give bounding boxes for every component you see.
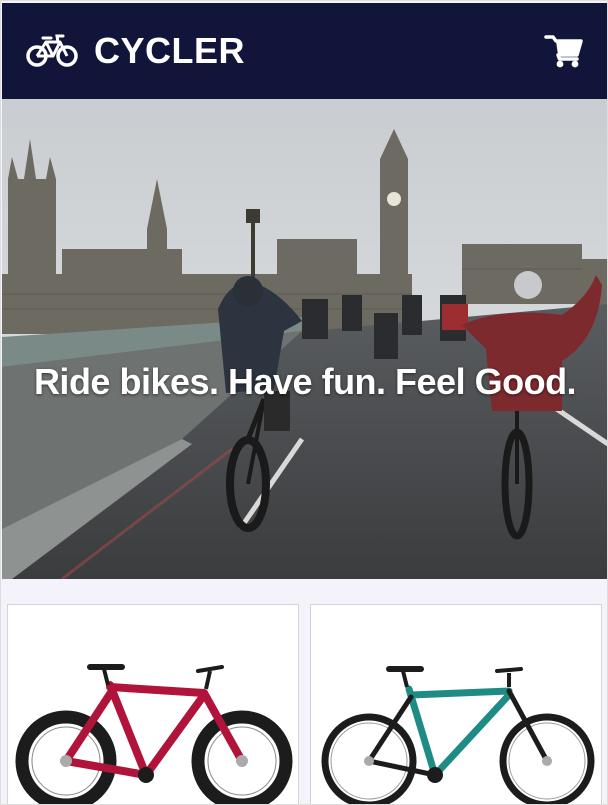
brand-name: CYCLER xyxy=(94,30,246,71)
product-card[interactable] xyxy=(7,604,299,804)
bicycle-icon xyxy=(26,34,78,67)
hero-tagline: Ride bikes. Have fun. Feel Good. xyxy=(33,361,577,402)
hero-banner: Ride bikes. Have fun. Feel Good. xyxy=(2,99,607,579)
product-grid xyxy=(1,587,607,804)
product-card[interactable] xyxy=(310,604,602,804)
shopping-cart-icon xyxy=(544,35,583,68)
brand-logo-link[interactable]: CYCLER xyxy=(26,31,245,71)
product-image xyxy=(321,666,595,804)
page: CYCLER Ride bikes. Have fun. Feel Good. xyxy=(0,0,608,805)
product-image xyxy=(15,664,293,804)
hero-image xyxy=(2,99,607,579)
cart-button[interactable] xyxy=(544,33,584,69)
site-header: CYCLER xyxy=(2,3,607,99)
